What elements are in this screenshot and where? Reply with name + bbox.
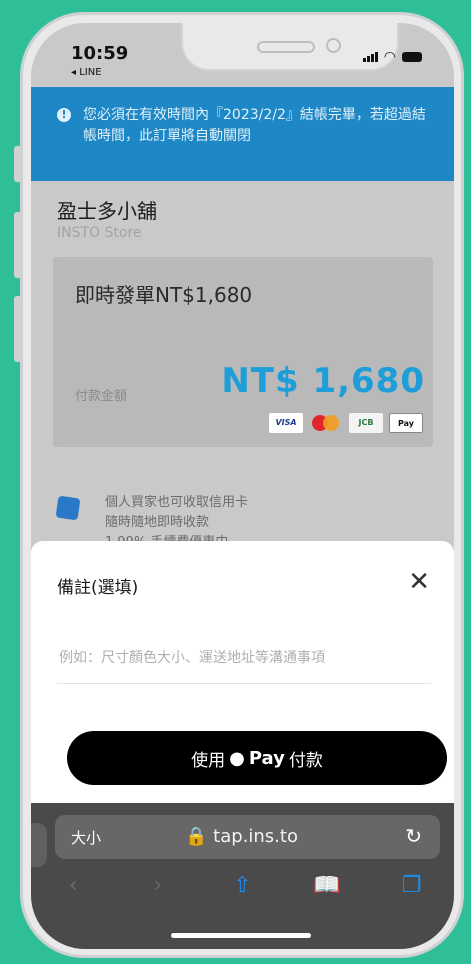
back-to-app-link[interactable]: ◂ LINE xyxy=(71,67,102,78)
wifi-icon: ◠ xyxy=(383,48,396,65)
jcb-icon: JCB xyxy=(349,413,383,433)
store-subtitle: INSTO Store xyxy=(57,225,142,241)
apple-pay-button[interactable]: 使用 ● Pay 付款 xyxy=(67,731,447,785)
previous-tab-peek[interactable] xyxy=(31,823,47,867)
speaker-grille xyxy=(257,41,315,53)
battery-icon xyxy=(402,51,422,62)
visa-icon: VISA xyxy=(269,413,303,433)
card-brands: VISA JCB Pay xyxy=(269,413,423,433)
store-name: 盈士多小舖 xyxy=(57,199,157,223)
bookmarks-icon[interactable]: 📖 xyxy=(307,873,347,898)
url-text: 🔒 tap.ins.to xyxy=(185,826,298,847)
phone-screen: 10:59 ◂ LINE ◠ ! 您必須在有效時間內『2023/2/2』結帳完畢… xyxy=(31,23,454,949)
tabs-icon[interactable]: ❐ xyxy=(392,873,432,898)
home-indicator[interactable] xyxy=(171,933,311,938)
status-time: 10:59 xyxy=(71,43,129,64)
promo-logo-icon xyxy=(55,495,81,521)
mastercard-icon xyxy=(309,413,343,433)
pay-prefix: 使用 xyxy=(191,750,226,771)
status-indicators: ◠ xyxy=(362,47,422,66)
apple-pay-icon: Pay xyxy=(389,413,423,433)
text-size-button[interactable]: 大小 xyxy=(71,827,101,848)
address-bar[interactable]: 大小 🔒 tap.ins.to ↻ xyxy=(55,815,440,859)
browser-nav: ‹ › ⇧ 📖 ❐ xyxy=(31,873,454,898)
memo-sheet: 備註(選填) ✕ 使用 ●Pay 付款 xyxy=(31,541,454,819)
info-icon: ! xyxy=(57,108,71,122)
safari-toolbar: 大小 🔒 tap.ins.to ↻ ‹ › ⇧ 📖 ❐ xyxy=(31,803,454,949)
share-icon[interactable]: ⇧ xyxy=(222,873,262,898)
back-icon[interactable]: ‹ xyxy=(53,873,93,898)
reload-icon[interactable]: ↻ xyxy=(405,824,422,848)
signal-icon xyxy=(362,47,378,66)
pay-suffix: 付款 xyxy=(288,750,323,771)
banner-text: 您必須在有效時間內『2023/2/2』結帳完畢，若超過結帳時間，此訂單將自動關閉 xyxy=(83,107,426,144)
memo-input[interactable] xyxy=(57,633,431,684)
amount-value: NT$ 1,680 xyxy=(221,361,425,401)
pay-brand: Pay xyxy=(248,747,285,769)
checkout-deadline-banner: ! 您必須在有效時間內『2023/2/2』結帳完畢，若超過結帳時間，此訂單將自動… xyxy=(31,87,454,181)
amount-label: 付款金額 xyxy=(75,389,128,404)
apple-logo-icon: ● xyxy=(229,747,245,769)
order-card: 即時發單NT$1,680 付款金額 NT$ 1,680 VISA JCB Pay xyxy=(53,257,433,447)
close-icon[interactable]: ✕ xyxy=(408,569,430,595)
front-camera xyxy=(326,38,341,53)
sheet-title: 備註(選填) xyxy=(57,578,139,598)
order-title: 即時發單NT$1,680 xyxy=(75,283,253,307)
forward-icon[interactable]: › xyxy=(138,873,178,898)
